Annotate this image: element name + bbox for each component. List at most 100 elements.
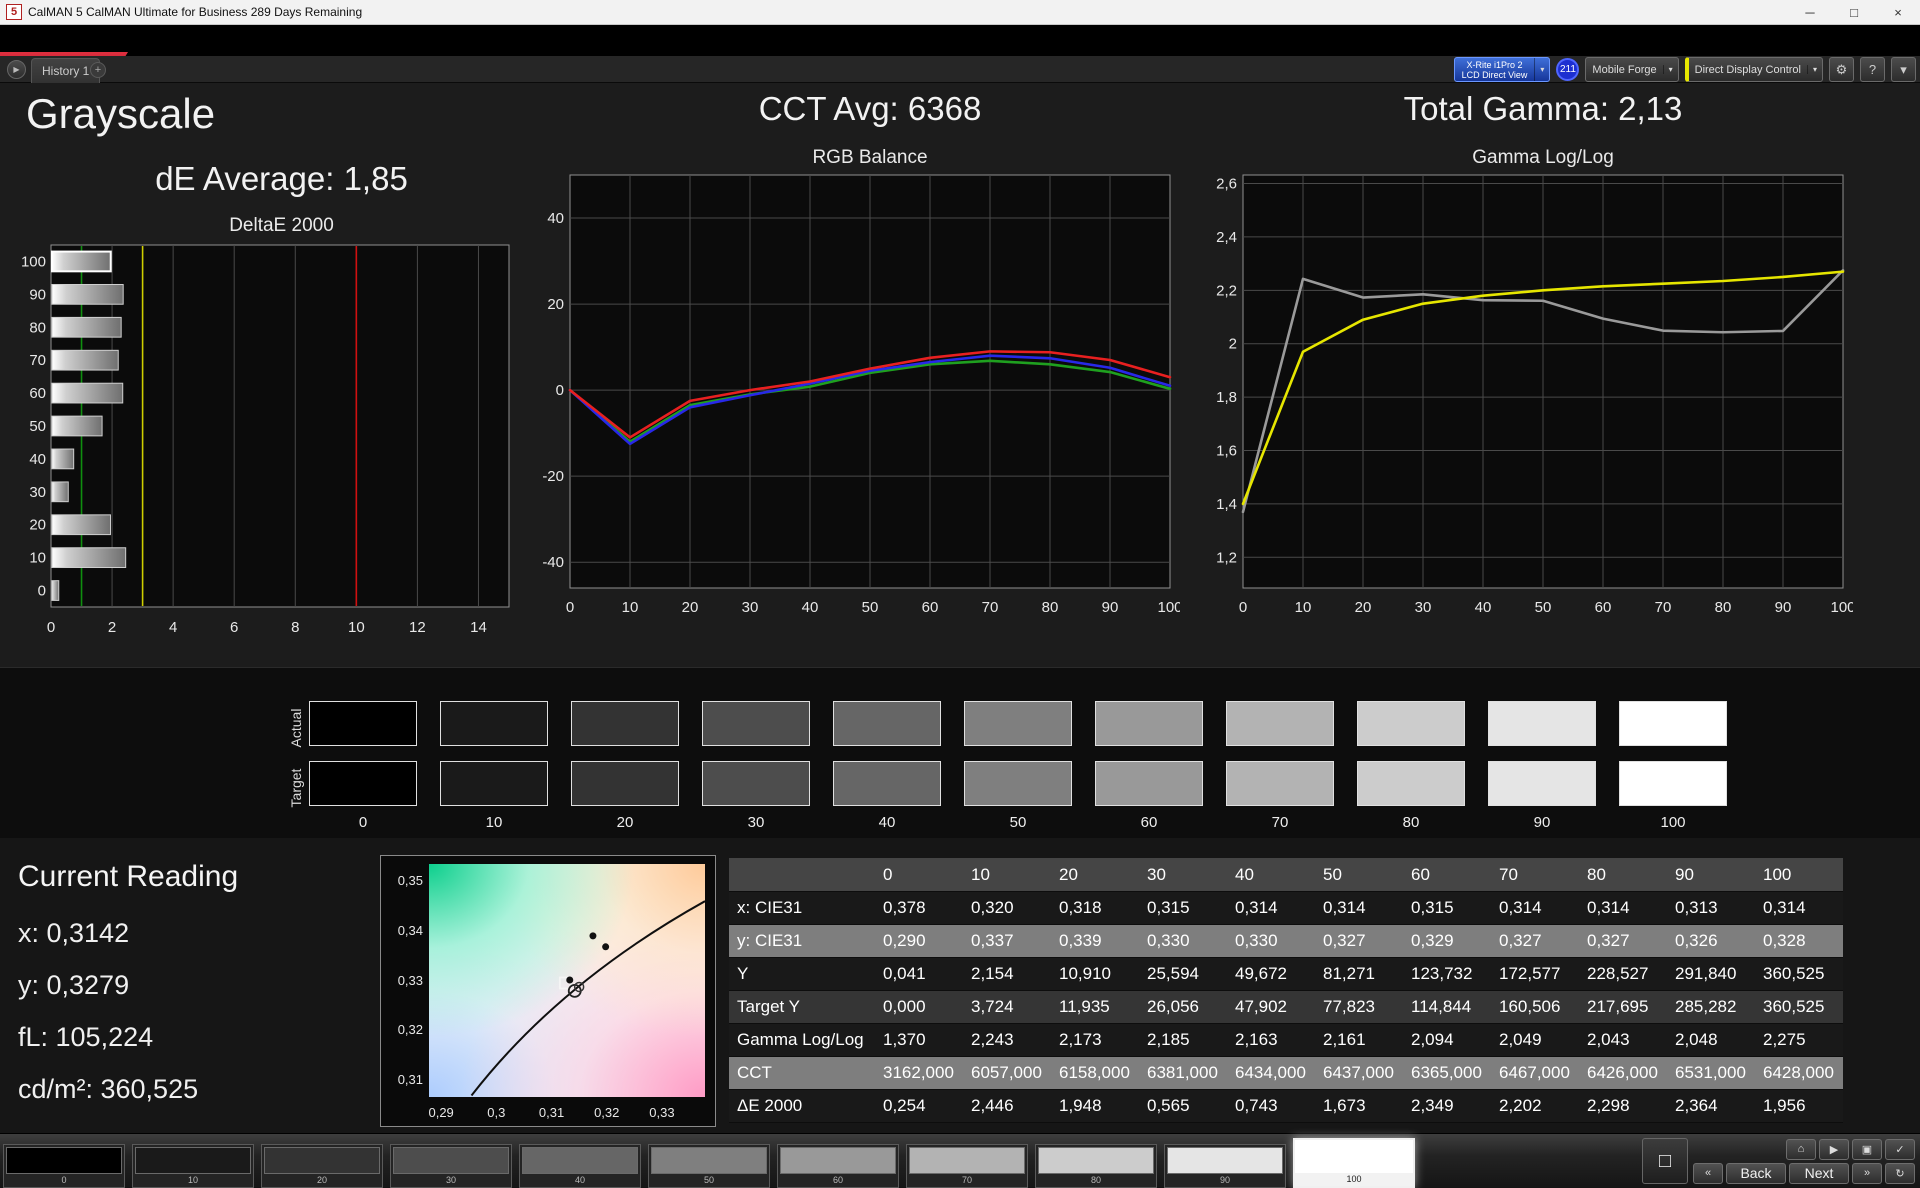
patch-button-70[interactable]: 70 bbox=[906, 1144, 1028, 1188]
patch-swatch bbox=[135, 1147, 251, 1174]
cie-xtick-label: 0,32 bbox=[592, 1105, 622, 1120]
reading-y: y: 0,3279 bbox=[18, 970, 129, 1001]
read-button[interactable]: ▶ bbox=[1819, 1139, 1849, 1160]
table-cell: 360,525 bbox=[1755, 997, 1843, 1017]
gamma-chart-title: Gamma Log/Log bbox=[1243, 147, 1843, 169]
next-button[interactable]: Next bbox=[1789, 1163, 1849, 1184]
more-button[interactable]: ▾ bbox=[1891, 57, 1916, 82]
table-cell: 2,275 bbox=[1755, 1030, 1843, 1050]
back-button[interactable]: Back bbox=[1726, 1163, 1786, 1184]
patch-button-50[interactable]: 50 bbox=[648, 1144, 770, 1188]
actual-swatch bbox=[1488, 701, 1596, 746]
patch-button-0[interactable]: 0 bbox=[3, 1144, 125, 1188]
chevron-down-icon: ▾ bbox=[1534, 58, 1549, 81]
pattern-source-button[interactable]: Mobile Forge ▾ bbox=[1585, 57, 1678, 82]
app-icon: 5 bbox=[6, 4, 22, 20]
table-cell: 0,314 bbox=[1491, 898, 1579, 918]
table-cell: 3,724 bbox=[963, 997, 1051, 1017]
accept-button[interactable]: ✓ bbox=[1885, 1139, 1915, 1160]
target-swatch bbox=[1357, 761, 1465, 806]
table-cell: 3162,000 bbox=[875, 1063, 963, 1083]
home-button[interactable]: ⌂ bbox=[1786, 1139, 1816, 1160]
table-cell: 25,594 bbox=[1139, 964, 1227, 984]
meter-select-button[interactable]: X-Rite i1Pro 2 LCD Direct View ▾ bbox=[1454, 57, 1551, 82]
calman-window: 5 CalMAN 5 CalMAN Ultimate for Business … bbox=[0, 0, 1920, 1188]
pattern-window-button[interactable]: □ bbox=[1642, 1138, 1688, 1184]
patch-swatch bbox=[780, 1147, 896, 1174]
close-button[interactable]: × bbox=[1876, 0, 1920, 24]
svg-text:1,6: 1,6 bbox=[1216, 443, 1237, 460]
table-cell: 172,577 bbox=[1491, 964, 1579, 984]
cie-panel: 0,290,30,310,320,33 0,350,340,330,320,31 bbox=[380, 855, 716, 1127]
table-cell: 0,565 bbox=[1139, 1096, 1227, 1116]
svg-text:60: 60 bbox=[1595, 599, 1612, 616]
patch-label: 90 bbox=[1165, 1174, 1285, 1187]
stop-button[interactable]: ▣ bbox=[1852, 1139, 1882, 1160]
reading-area: Current Reading x: 0,3142 y: 0,3279 fL: … bbox=[0, 838, 1920, 1133]
patch-button-20[interactable]: 20 bbox=[261, 1144, 383, 1188]
svg-text:70: 70 bbox=[29, 352, 46, 369]
table-row: x: CIE310,3780,3200,3180,3150,3140,3140,… bbox=[729, 892, 1843, 925]
table-cell: 2,161 bbox=[1315, 1030, 1403, 1050]
table-cell: 360,525 bbox=[1755, 964, 1843, 984]
svg-text:40: 40 bbox=[1475, 599, 1492, 616]
reading-cdm2: cd/m²: 360,525 bbox=[18, 1074, 198, 1105]
table-cell: 0,320 bbox=[963, 898, 1051, 918]
patch-button-100[interactable]: 100 bbox=[1293, 1138, 1415, 1188]
cie-ytick-label: 0,32 bbox=[389, 1022, 423, 1037]
patch-button-90[interactable]: 90 bbox=[1164, 1144, 1286, 1188]
table-cell: 0,314 bbox=[1755, 898, 1843, 918]
refresh-button[interactable]: ↻ bbox=[1885, 1163, 1915, 1184]
target-swatch bbox=[571, 761, 679, 806]
patch-button-30[interactable]: 30 bbox=[390, 1144, 512, 1188]
patch-button-40[interactable]: 40 bbox=[519, 1144, 641, 1188]
tab-scroll-button[interactable]: ▶ bbox=[7, 60, 26, 79]
table-cell: 2,185 bbox=[1139, 1030, 1227, 1050]
actual-swatch bbox=[964, 701, 1072, 746]
table-cell: 217,695 bbox=[1579, 997, 1667, 1017]
settings-button[interactable]: ⚙ bbox=[1829, 57, 1854, 82]
cie-overlay bbox=[429, 864, 705, 1097]
table-cell: 6428,000 bbox=[1755, 1063, 1843, 1083]
table-cell: 0,330 bbox=[1139, 931, 1227, 951]
target-swatch bbox=[833, 761, 941, 806]
cie-xtick-label: 0,33 bbox=[647, 1105, 677, 1120]
patch-button-10[interactable]: 10 bbox=[132, 1144, 254, 1188]
arrow-right-icon: ▶ bbox=[13, 65, 19, 74]
first-page-button[interactable]: « bbox=[1693, 1163, 1723, 1184]
total-gamma-heading: Total Gamma: 2,13 bbox=[1243, 90, 1843, 128]
svg-text:-40: -40 bbox=[542, 554, 564, 571]
table-row-label: Target Y bbox=[729, 997, 875, 1017]
table-cell: 0,314 bbox=[1227, 898, 1315, 918]
titlebar: 5 CalMAN 5 CalMAN Ultimate for Business … bbox=[0, 0, 1920, 25]
table-cell: 0,314 bbox=[1579, 898, 1667, 918]
patch-label: 0 bbox=[4, 1174, 124, 1187]
svg-text:2,4: 2,4 bbox=[1216, 229, 1237, 246]
patch-label: 40 bbox=[520, 1174, 640, 1187]
display-control-button[interactable]: Direct Display Control ▾ bbox=[1685, 57, 1823, 82]
patch-button-80[interactable]: 80 bbox=[1035, 1144, 1157, 1188]
swatch-column-label: 80 bbox=[1357, 814, 1465, 831]
help-button[interactable]: ? bbox=[1860, 57, 1885, 82]
target-swatch bbox=[702, 761, 810, 806]
table-cell: 0,327 bbox=[1579, 931, 1667, 951]
table-cell: 0,330 bbox=[1227, 931, 1315, 951]
table-cell: 26,056 bbox=[1139, 997, 1227, 1017]
svg-text:2,6: 2,6 bbox=[1216, 176, 1237, 193]
svg-text:90: 90 bbox=[1775, 599, 1792, 616]
table-row: Target Y0,0003,72411,93526,05647,90277,8… bbox=[729, 991, 1843, 1024]
maximize-button[interactable]: □ bbox=[1832, 0, 1876, 24]
svg-text:90: 90 bbox=[29, 286, 46, 303]
patch-button-60[interactable]: 60 bbox=[777, 1144, 899, 1188]
patch-label: 60 bbox=[778, 1174, 898, 1187]
table-cell: 228,527 bbox=[1579, 964, 1667, 984]
workflow-nav: □ ⌂ ▶ ▣ ✓ « Back Next » ↻ bbox=[1642, 1138, 1915, 1184]
square-icon: □ bbox=[1659, 1150, 1671, 1173]
minimize-button[interactable]: ─ bbox=[1788, 0, 1832, 24]
grayscale-swatch-band: Actual Target 0102030405060708090100 bbox=[0, 667, 1920, 838]
last-page-button[interactable]: » bbox=[1852, 1163, 1882, 1184]
table-cell: 77,823 bbox=[1315, 997, 1403, 1017]
svg-text:50: 50 bbox=[862, 599, 879, 616]
add-tab-button[interactable]: + bbox=[90, 62, 106, 78]
svg-text:40: 40 bbox=[547, 210, 564, 227]
